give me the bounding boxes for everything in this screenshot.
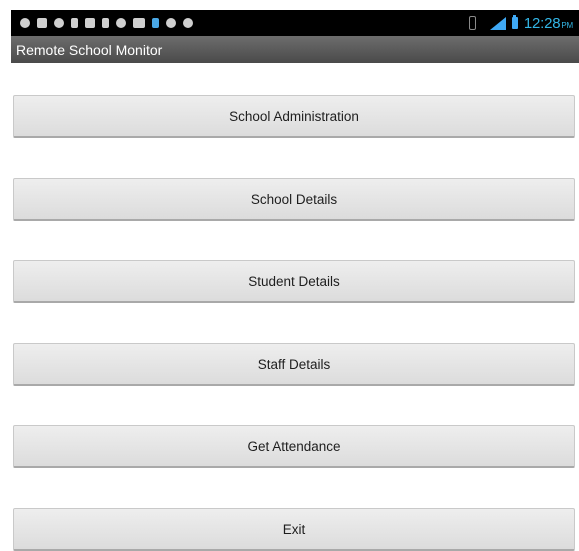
get-attendance-button[interactable]: Get Attendance [13, 425, 575, 468]
staff-details-button[interactable]: Staff Details [13, 343, 575, 386]
exit-button[interactable]: Exit [13, 508, 575, 551]
phone-icon [54, 18, 64, 28]
signal-icon [489, 16, 506, 30]
app-title: Remote School Monitor [16, 41, 163, 58]
status-bar: 12:28 PM [11, 10, 579, 36]
app-screen: 12:28 PM Remote School Monitor School Ad… [11, 10, 579, 551]
chat-icon [133, 18, 145, 28]
battery-icon [511, 15, 518, 29]
android-icon [116, 18, 126, 28]
image-icon [37, 18, 47, 28]
clock-ampm: PM [561, 20, 573, 30]
clock-time: 12:28 [523, 14, 561, 32]
action-bar: Remote School Monitor [11, 36, 579, 63]
student-details-button[interactable]: Student Details [13, 260, 575, 303]
vibrate-icon [468, 16, 476, 30]
usb-icon [183, 18, 193, 28]
sd-card-icon [71, 18, 78, 28]
clock: 12:28 PM [524, 15, 573, 32]
download-icon [85, 18, 95, 28]
settings-icon [166, 18, 176, 28]
school-administration-button[interactable]: School Administration [13, 95, 575, 138]
school-details-button[interactable]: School Details [13, 178, 575, 221]
system-status: 12:28 PM [468, 15, 579, 32]
bluetooth-icon [152, 18, 159, 28]
clipboard-icon [102, 18, 109, 28]
android-icon [20, 18, 30, 28]
notification-area [11, 18, 193, 28]
